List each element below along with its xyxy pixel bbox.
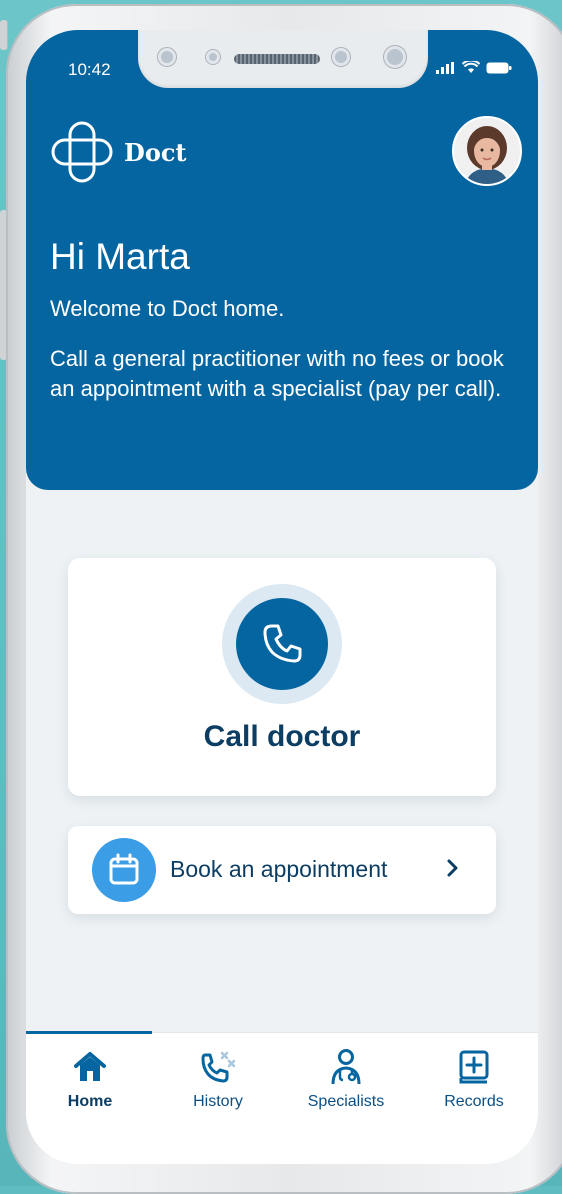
nav-label-records: Records [444, 1093, 504, 1110]
book-icon-circle [92, 838, 156, 902]
app-screen: 10:42 Doct Hi Marta Welcome to Doct home… [26, 30, 538, 1164]
user-avatar[interactable] [452, 116, 522, 186]
brand-logo: Doct [50, 120, 187, 184]
wifi-icon [462, 61, 480, 73]
description-text: Call a general practitioner with no fees… [50, 346, 504, 401]
avatar-portrait-icon [454, 118, 520, 184]
calendar-icon [109, 853, 139, 885]
sensor-icon [158, 48, 176, 66]
phone-side-button [0, 20, 8, 50]
nav-item-history[interactable]: History [154, 1047, 282, 1111]
bottom-nav: Home History Specialists Records [26, 1031, 538, 1164]
speaker-grille [234, 54, 320, 64]
camera-icon [384, 46, 406, 68]
call-doctor-label: Call doctor [203, 720, 361, 753]
battery-icon [486, 62, 512, 73]
brand-name: Doct [124, 137, 187, 167]
nav-item-specialists[interactable]: Specialists [282, 1047, 410, 1111]
chevron-right-icon [447, 859, 458, 877]
signal-icon [436, 61, 454, 74]
nav-active-indicator [26, 1031, 152, 1034]
sensor-icon [206, 50, 220, 64]
cross-logo-icon [51, 121, 113, 183]
home-icon [74, 1052, 106, 1081]
call-history-icon [201, 1051, 236, 1083]
welcome-text: Welcome to Doct home. [50, 296, 285, 321]
phone-icon [263, 624, 302, 663]
phone-frame: 10:42 Doct Hi Marta Welcome to Doct home… [6, 4, 562, 1194]
call-icon-circle [236, 598, 328, 690]
greeting-heading: Hi Marta [50, 236, 190, 277]
doctor-icon [331, 1049, 361, 1085]
phone-notch [138, 30, 428, 88]
status-icons [436, 61, 512, 74]
nav-label-specialists: Specialists [307, 1093, 385, 1110]
header-panel: 10:42 Doct Hi Marta Welcome to Doct home… [26, 30, 538, 490]
sensor-icon [332, 48, 350, 66]
book-appointment-label: Book an appointment [170, 856, 388, 882]
nav-label-home: Home [67, 1093, 113, 1110]
call-icon-ring [222, 584, 342, 704]
nav-label-history: History [193, 1093, 243, 1110]
status-time: 10:42 [68, 60, 111, 79]
medical-record-icon [459, 1050, 489, 1084]
nav-item-records[interactable]: Records [410, 1047, 538, 1111]
call-doctor-card[interactable]: Call doctor [68, 558, 496, 796]
nav-item-home[interactable]: Home [26, 1047, 154, 1111]
book-appointment-card[interactable]: Book an appointment [68, 826, 496, 914]
